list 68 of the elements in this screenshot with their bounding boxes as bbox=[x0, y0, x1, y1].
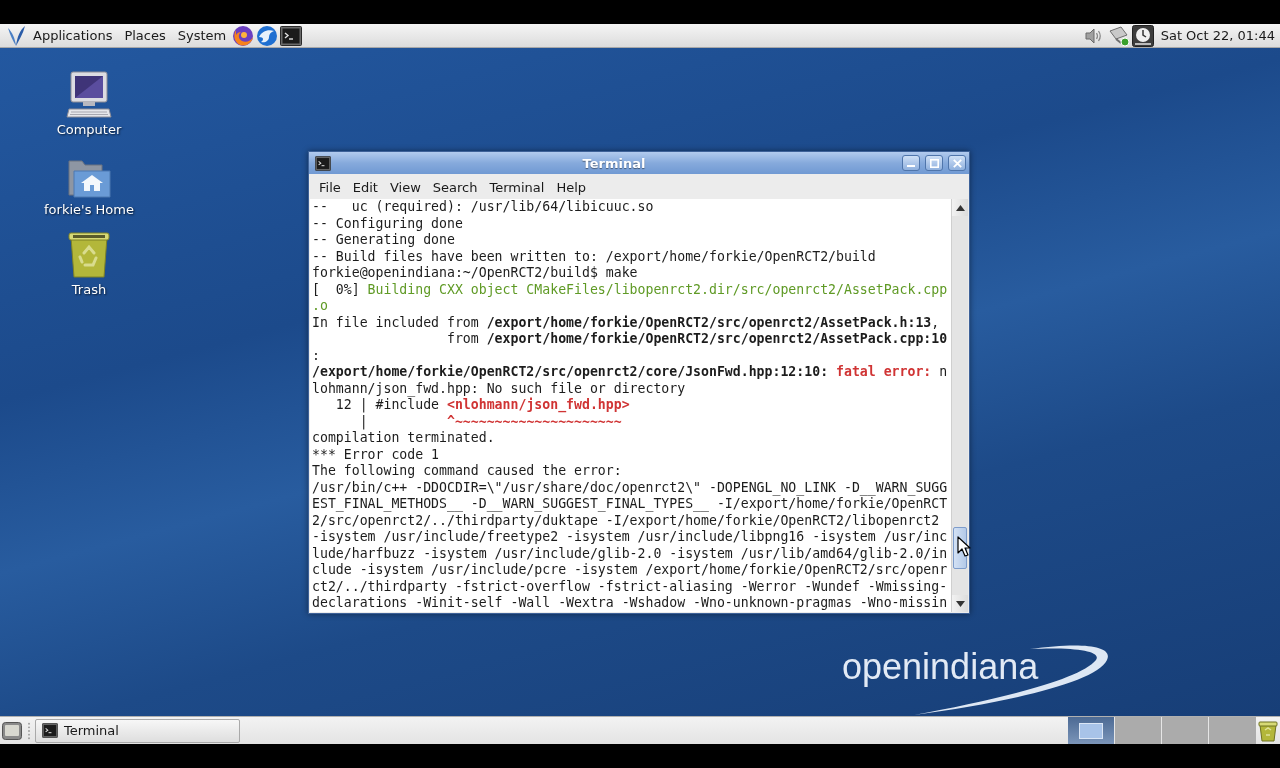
menu-item[interactable]: Terminal bbox=[483, 177, 551, 198]
maximize-icon bbox=[929, 158, 939, 168]
terminal-line: -- Configuring done bbox=[312, 215, 463, 232]
home-folder-icon bbox=[66, 157, 112, 199]
terminal-icon[interactable] bbox=[315, 155, 331, 171]
trash-can-icon bbox=[67, 231, 111, 279]
show-desktop-icon[interactable] bbox=[2, 721, 22, 740]
terminal-line: from /export/home/forkie/OpenRCT2/src/openrct2/AssetPack.cpp:10 bbox=[445, 331, 948, 348]
terminal-line: /export/home/forkie/OpenRCT2/src/openrct2/core/JsonFwd.hpp:12:10: fatal error: n bbox=[312, 364, 948, 381]
scrollbar[interactable] bbox=[951, 199, 968, 612]
menu-item[interactable]: File bbox=[313, 177, 347, 198]
terminal-icon bbox=[42, 723, 58, 738]
wing-logo-icon[interactable] bbox=[6, 24, 26, 47]
panel-menu[interactable]: System bbox=[171, 24, 233, 47]
trash-can-icon[interactable] bbox=[1257, 719, 1279, 742]
close-icon bbox=[952, 158, 962, 168]
terminal-line: .o bbox=[312, 298, 328, 315]
network-icon[interactable] bbox=[1106, 24, 1131, 47]
terminal-icon[interactable] bbox=[280, 25, 303, 46]
terminal-line: | ^~~~~~~~~~~~~~~~~~~~~~ bbox=[358, 413, 622, 430]
terminal-line: -- uc (required): /usr/lib/64/libicuuc.so bbox=[312, 199, 654, 216]
menu-item[interactable]: View bbox=[383, 177, 427, 198]
panel-clock[interactable]: Sat Oct 22, 01:44 bbox=[1160, 28, 1275, 43]
minimize-icon bbox=[907, 165, 915, 167]
minimize-button[interactable] bbox=[902, 155, 920, 171]
desktop-shortcut[interactable]: Trash bbox=[67, 229, 111, 298]
panel-menu[interactable]: Places bbox=[118, 24, 172, 47]
bird-globe-icon[interactable] bbox=[256, 24, 279, 47]
menu-item[interactable]: Search bbox=[426, 177, 484, 198]
terminal-line: lude/harfbuzz -isystem /usr/include/glib-2.0 -isystem /usr/lib/amd64/glib-2.0/in bbox=[312, 545, 948, 562]
down-arrow-icon bbox=[955, 600, 965, 607]
terminal-line: The following command caused the error: bbox=[312, 463, 622, 480]
terminal-line: forkie@openindiana:~/OpenRCT2/build$ make bbox=[312, 265, 638, 282]
desktop-shortcut[interactable]: forkie's Home bbox=[44, 149, 134, 218]
terminal-line: -- Generating done bbox=[312, 232, 455, 249]
terminal-line: -isystem /usr/include/freetype2 -isystem /usr/include/libpng16 -isystem /usr/inc bbox=[312, 529, 948, 546]
grip-handle-icon[interactable] bbox=[27, 720, 31, 741]
computer-icon bbox=[65, 71, 113, 119]
workspace-button[interactable] bbox=[1068, 717, 1115, 744]
terminal-line: 12 | #include <nlohmann/json_fwd.hpp> bbox=[334, 397, 630, 414]
terminal-line: lohmann/json_fwd.hpp: No such file or directory bbox=[312, 380, 686, 397]
terminal-line: compilation terminated. bbox=[312, 430, 495, 447]
mouse-pointer-icon bbox=[957, 536, 971, 557]
terminal-line: -- Build files have been written to: /export/home/forkie/OpenRCT2/build bbox=[312, 248, 876, 265]
terminal-line: In file included from /export/home/forkie/OpenRCT2/src/openrct2/AssetPack.h:13, bbox=[312, 314, 940, 331]
taskbar-button[interactable]: Terminal bbox=[35, 718, 240, 743]
logo-wordmark: openindiana bbox=[842, 646, 1039, 687]
menu-item[interactable]: Help bbox=[550, 177, 593, 198]
up-arrow-icon bbox=[955, 204, 965, 211]
terminal-line: 2/src/openrct2/../thirdparty/duktape -I/export/home/forkie/OpenRCT2/libopenrct2 bbox=[312, 512, 940, 529]
terminal-line: [ 0%] Building CXX object CMakeFiles/libopenrct2.dir/src/openrct2/AssetPack.cpp bbox=[312, 281, 948, 298]
window-title: Terminal bbox=[582, 155, 646, 171]
fox-globe-icon[interactable] bbox=[232, 24, 255, 47]
terminal-line: : bbox=[312, 347, 320, 364]
desktop-shortcut[interactable]: Computer bbox=[56, 69, 122, 138]
terminal-line: declarations -Winit-self -Wall -Wextra -Wshadow -Wno-unknown-pragmas -Wno-missin bbox=[312, 595, 948, 612]
terminal-line: clude -isystem /usr/include/pcre -isystem /export/home/forkie/OpenRCT2/src/openr bbox=[312, 562, 948, 579]
panel-menu[interactable]: Applications bbox=[27, 24, 119, 47]
menu-item[interactable]: Edit bbox=[346, 177, 384, 198]
terminal-line: /usr/bin/c++ -DDOCDIR=\"/usr/share/doc/openrct2\" -DOPENGL_NO_LINK -D__WARN_SUGG bbox=[312, 479, 948, 496]
clock-icon[interactable] bbox=[1131, 24, 1154, 47]
terminal-line: ct2/../thirdparty -fstrict-overflow -fstrict-aliasing -Werror -Wundef -Wmissing- bbox=[312, 578, 948, 595]
terminal-line: *** Error code 1 bbox=[312, 446, 440, 463]
maximize-button[interactable] bbox=[925, 155, 943, 171]
terminal-line: EST_FINAL_METHODS__ -D__WARN_SUGGEST_FINAL_TYPES__ -I/export/home/forkie/OpenRCT bbox=[312, 496, 948, 513]
scroll-up-button[interactable] bbox=[952, 199, 968, 216]
close-button[interactable] bbox=[948, 155, 966, 171]
scroll-down-button[interactable] bbox=[952, 595, 968, 612]
